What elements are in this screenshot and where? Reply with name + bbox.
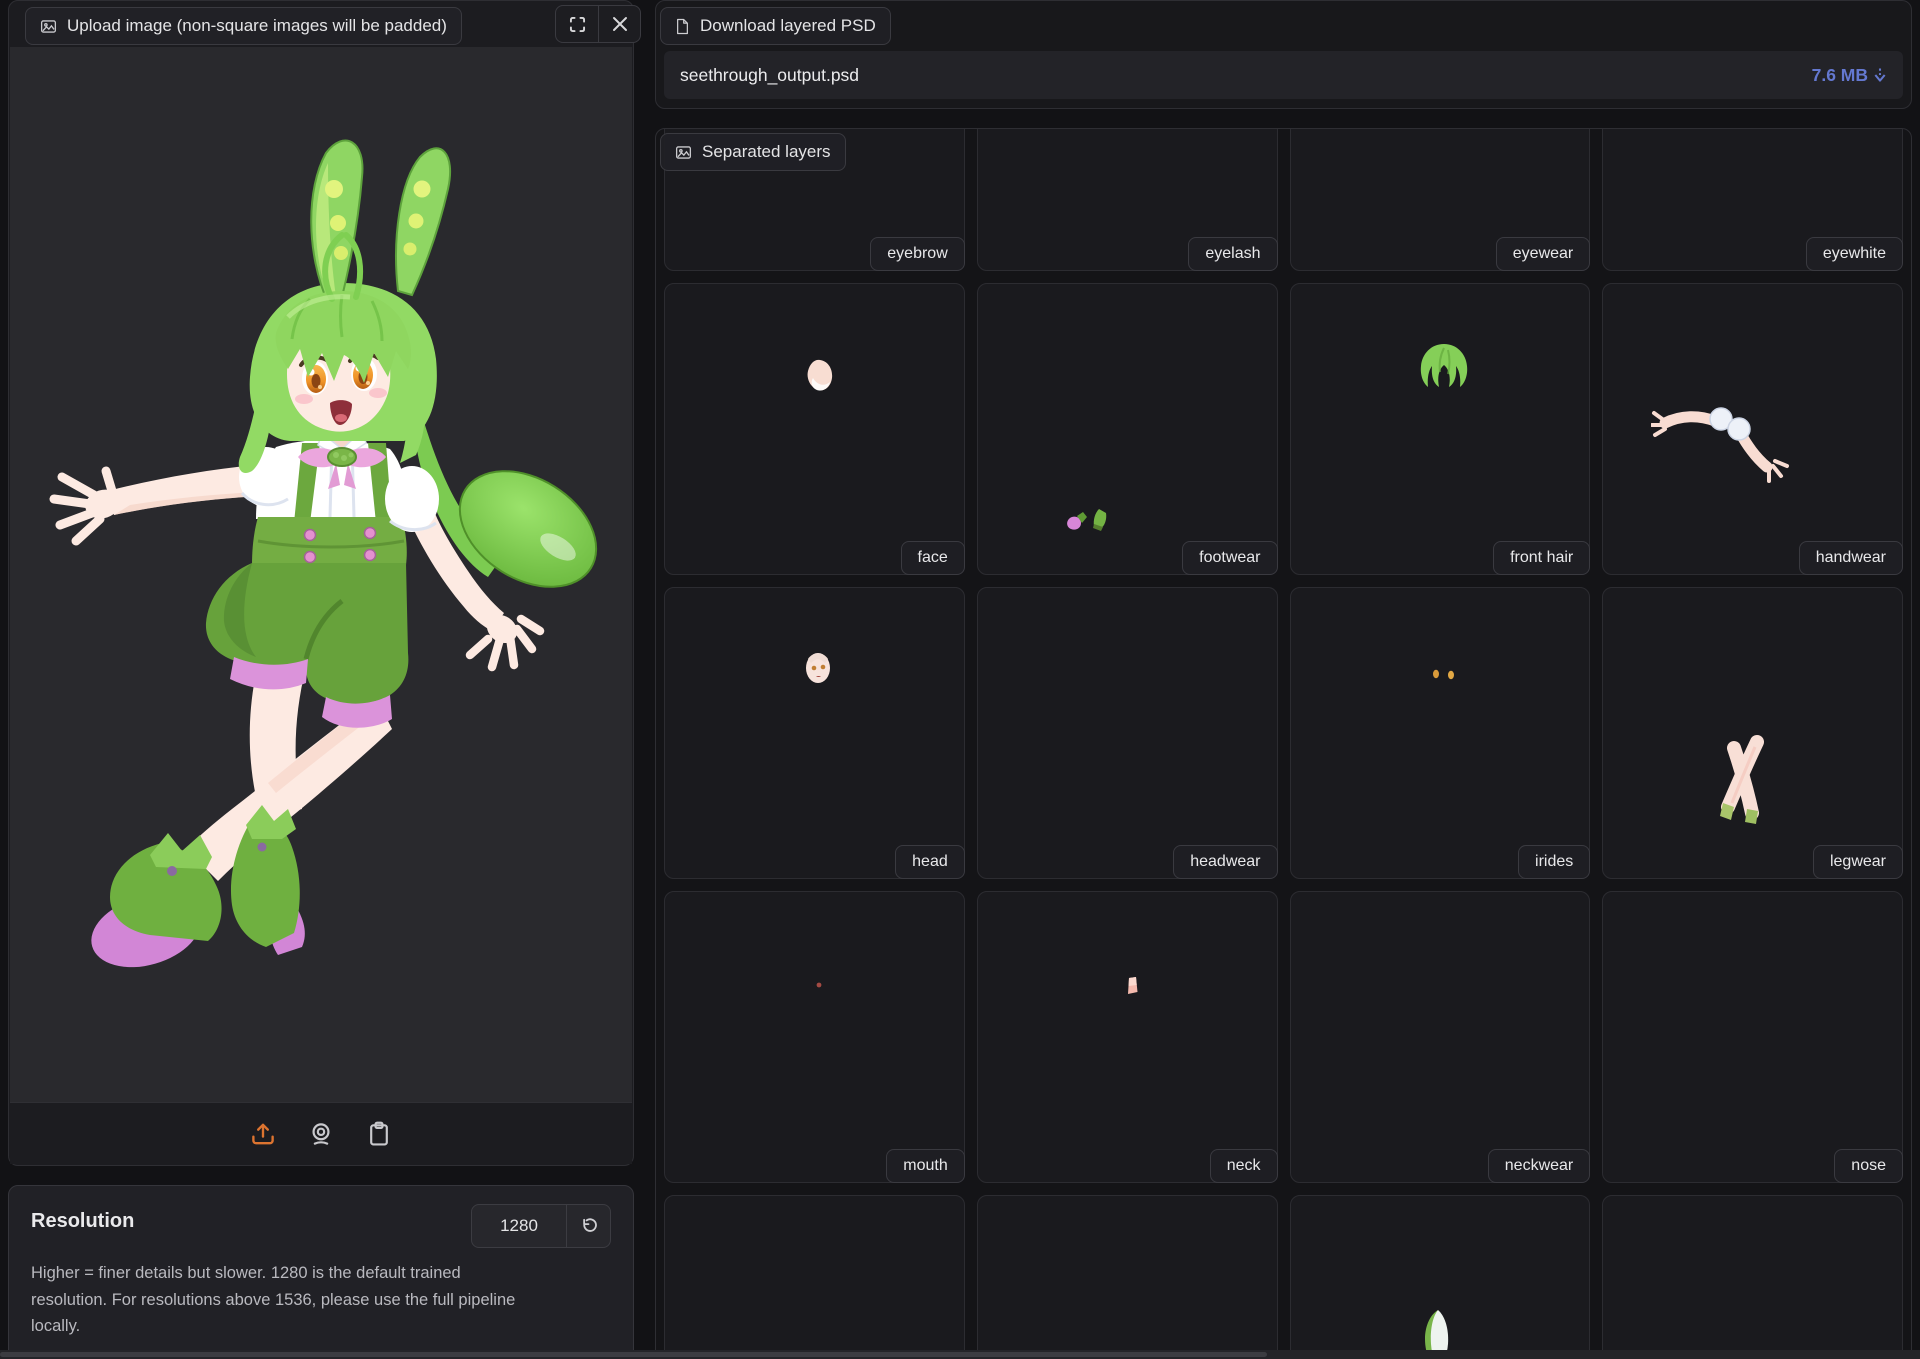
horizontal-scrollbar-thumb[interactable] [0,1352,1267,1357]
tile-label: legwear [1813,845,1903,879]
psd-file-row[interactable]: seethrough_output.psd 7.6 MB [664,51,1903,99]
gallery-tile[interactable]: handwear [1602,283,1903,575]
gallery-tile[interactable]: front hair [1290,283,1591,575]
gallery-tile[interactable]: irides [1290,587,1591,879]
tile-label: footwear [1182,541,1277,575]
face-fragment [805,359,835,393]
webcam-button[interactable] [306,1119,336,1149]
tile-label: eyelash [1188,237,1277,271]
resolution-input[interactable] [472,1205,566,1247]
separated-layers-panel: Separated layers eyebrow eyelash eyewear… [655,128,1912,1359]
gallery-tile[interactable] [1602,1195,1903,1359]
download-arrow-icon [1873,67,1887,83]
gallery-tile[interactable]: face [664,283,965,575]
upload-icon [249,1120,277,1148]
separated-layers-tab: Separated layers [660,133,846,171]
gallery-tile[interactable]: nose [1602,891,1903,1183]
clipboard-button[interactable] [364,1119,394,1149]
psd-file-name: seethrough_output.psd [680,65,859,86]
stage-button-group [555,5,641,43]
download-psd-tab: Download layered PSD [660,7,891,45]
file-icon [675,18,690,35]
download-tab-label: Download layered PSD [700,16,876,36]
upload-button[interactable] [248,1119,278,1149]
tile-label: neckwear [1488,1149,1590,1183]
image-icon [675,144,692,161]
tile-label: neck [1210,1149,1278,1183]
gallery-tile[interactable]: head [664,587,965,879]
gallery-tile[interactable]: legwear [1602,587,1903,879]
tile-label: eyewhite [1806,237,1903,271]
tile-label: handwear [1799,541,1903,575]
tile-label: eyebrow [870,237,964,271]
webcam-icon [307,1120,335,1148]
gallery-tile[interactable]: neck [977,891,1278,1183]
gallery-tile[interactable]: eyewhite [1602,128,1903,271]
neck-fragment [1126,976,1139,996]
uploaded-character-image [10,47,632,1105]
gallery-tile[interactable]: eyelash [977,128,1278,271]
close-icon [611,15,629,33]
legwear-fragment [1711,733,1777,829]
clipboard-icon [366,1120,392,1148]
resolution-reset-button[interactable] [566,1205,610,1247]
separated-layers-label: Separated layers [702,142,831,162]
gallery-tile[interactable] [664,1195,965,1359]
tile-label: eyewear [1496,237,1590,271]
image-icon [40,18,57,35]
gallery-tile[interactable] [1290,1195,1591,1359]
gallery-tile[interactable]: eyewear [1290,128,1591,271]
tile-label: headwear [1173,845,1277,879]
tile-label: head [895,845,965,879]
resolution-description: Higher = finer details but slower. 1280 … [31,1260,517,1340]
fullscreen-icon [568,15,587,34]
resolution-input-group [471,1204,611,1248]
gallery-tile[interactable]: footwear [977,283,1278,575]
horizontal-scrollbar[interactable] [0,1350,1920,1359]
front-hair-fragment [1416,342,1472,390]
reset-icon [579,1217,598,1236]
mouth-fragment [816,982,822,988]
irides-fragment [1431,669,1457,681]
uploaded-image-stage[interactable] [10,47,632,1105]
tile-label: nose [1834,1149,1903,1183]
upload-image-panel: Upload image (non-square images will be … [8,0,634,1166]
upload-image-tab: Upload image (non-square images will be … [25,7,462,45]
tile-label: face [901,541,965,575]
gallery-tile[interactable]: headwear [977,587,1278,879]
psd-file-size: 7.6 MB [1812,65,1868,86]
tile-label: mouth [886,1149,964,1183]
image-source-toolbar [10,1102,632,1164]
download-psd-panel: Download layered PSD seethrough_output.p… [655,0,1912,109]
footwear-fragment [1064,507,1112,533]
gallery-tile[interactable]: neckwear [1290,891,1591,1183]
resolution-title: Resolution [31,1204,134,1233]
head-fragment [802,649,834,689]
gallery-tile[interactable]: mouth [664,891,965,1183]
app-window: Upload image (non-square images will be … [0,0,1920,1359]
fullscreen-button[interactable] [556,6,598,42]
gallery-grid: eyebrow eyelash eyewear eyewhite face fo… [664,128,1903,1359]
tile-label: front hair [1493,541,1590,575]
tile-label: irides [1518,845,1590,879]
handwear-fragment [1651,391,1807,483]
close-button[interactable] [598,6,640,42]
psd-download-link[interactable]: 7.6 MB [1812,65,1887,86]
gallery-tile[interactable] [977,1195,1278,1359]
upload-tab-label: Upload image (non-square images will be … [67,16,447,36]
resolution-panel: Resolution Higher = finer details but sl… [8,1185,634,1359]
